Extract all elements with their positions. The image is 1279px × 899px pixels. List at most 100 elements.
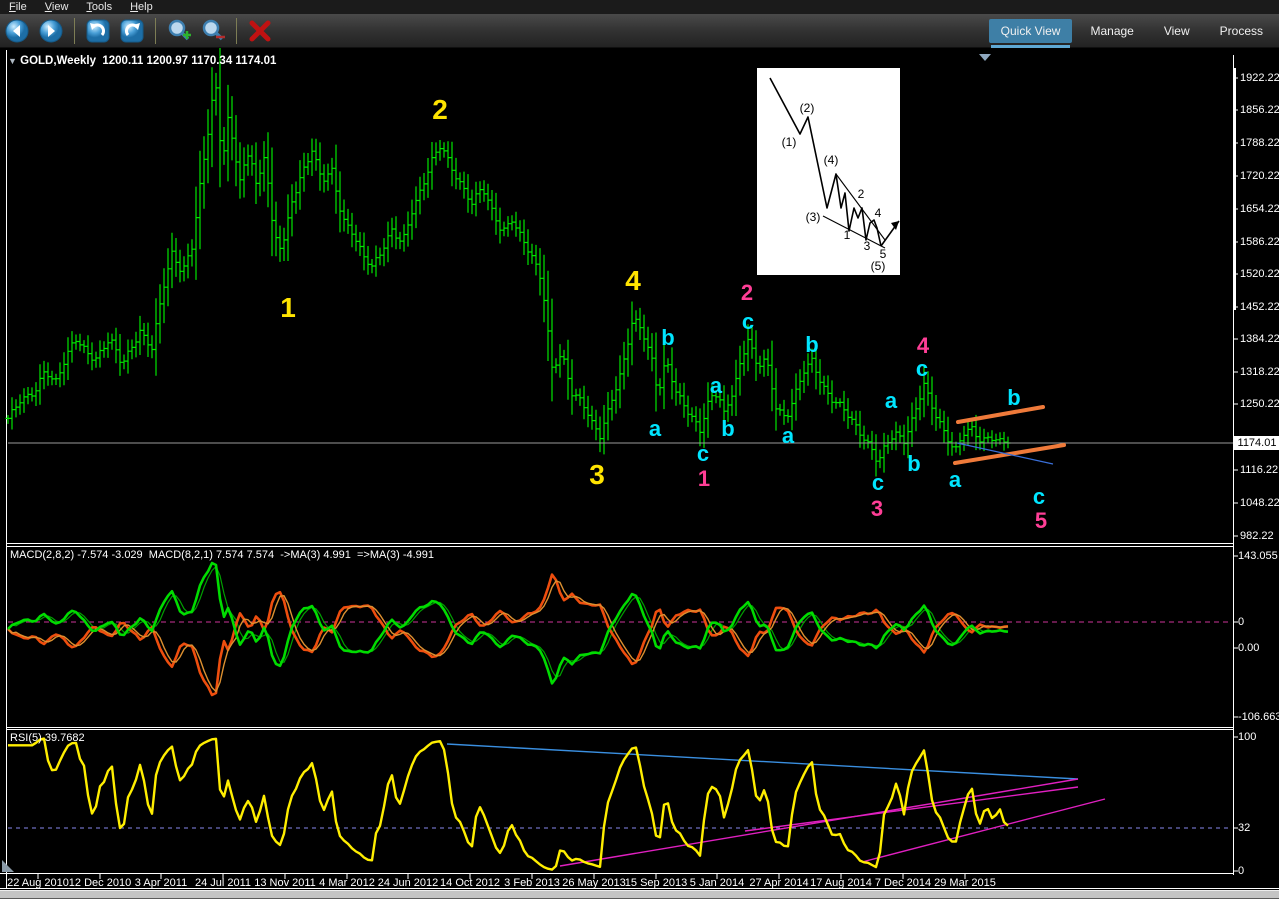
toolbar-separator xyxy=(155,17,156,44)
wave-label-1: 1 xyxy=(697,466,711,491)
close-button[interactable] xyxy=(246,17,274,45)
date-axis-label: 27 Apr 2014 xyxy=(749,877,809,889)
price-axis-label: 1318.22 xyxy=(1240,366,1279,378)
price-axis-label: 1788.22 xyxy=(1240,137,1279,149)
collapse-triangle-icon[interactable]: ▼ xyxy=(8,56,17,66)
elliott-wave-inset: (2)(1)(4)(3)21435(5) xyxy=(757,68,900,275)
close-icon xyxy=(249,20,271,41)
date-axis-label: 15 Sep 2013 xyxy=(624,877,688,889)
scroll-corner-triangle-icon[interactable] xyxy=(2,860,14,872)
date-axis-label: 4 Mar 2012 xyxy=(319,877,375,889)
ohlc-high: 1200.97 xyxy=(146,55,189,67)
date-axis-label: 3 Feb 2013 xyxy=(504,877,560,889)
macd-label: MACD(2,8,2) -7.574 -3.029 MACD(8,2,1) 7.… xyxy=(10,549,435,561)
menu-item-view[interactable]: View xyxy=(36,1,78,13)
price-axis-scrollbar-thumb[interactable] xyxy=(1233,68,1236,310)
wave-label-2: 2 xyxy=(432,94,448,125)
wave-label-a: a xyxy=(884,388,898,413)
redo-button[interactable] xyxy=(118,17,146,45)
wave-label-a: a xyxy=(648,416,662,441)
rsi-magenta-trendline[interactable] xyxy=(559,778,1079,867)
wave-label-b: b xyxy=(907,451,921,476)
ohlc-close: 1174.01 xyxy=(235,55,277,67)
rsi-axis-label: 100 xyxy=(1238,731,1257,743)
wave-label-b: b xyxy=(1007,385,1021,410)
price-axis-label: 1048.22 xyxy=(1240,497,1279,509)
nav-button-view[interactable]: View xyxy=(1152,19,1202,43)
wave-label-a: a xyxy=(781,423,795,448)
chart-symbol: GOLD,Weekly xyxy=(20,55,96,67)
macd-axis-label: 143.055 xyxy=(1238,550,1278,562)
forward-button[interactable] xyxy=(37,17,65,45)
back-button[interactable] xyxy=(3,17,31,45)
inset-wave-label: 2 xyxy=(858,187,865,201)
date-axis-label: 13 Nov 2011 xyxy=(254,877,316,889)
price-axis-label: 1720.22 xyxy=(1240,170,1279,182)
undo-icon xyxy=(86,19,110,42)
current-price-box: 1174.01 xyxy=(1234,436,1279,450)
rsi-line xyxy=(8,737,1009,871)
zoom-out-button[interactable] xyxy=(199,17,227,45)
date-axis-label: 22 Aug 2010 xyxy=(7,877,69,889)
date-axis-label: 3 Apr 2011 xyxy=(134,877,188,889)
price-axis-label: 1586.22 xyxy=(1240,236,1279,248)
rsi-blue-trendline[interactable] xyxy=(446,743,1079,780)
price-axis-label: 1520.22 xyxy=(1240,268,1279,280)
ohlc-open: 1200.11 xyxy=(102,55,144,67)
wave-label-2: 2 xyxy=(740,280,754,305)
wave-label-c: c xyxy=(1032,484,1046,509)
nav-button-manage[interactable]: Manage xyxy=(1078,19,1145,43)
wave-label-b: b xyxy=(805,332,819,357)
date-axis-label: 24 Jun 2012 xyxy=(377,877,439,889)
date-axis-label: 7 Dec 2014 xyxy=(874,877,932,889)
inset-wave-label: (5) xyxy=(871,259,886,273)
wave-label-4: 4 xyxy=(916,333,930,358)
scroll-down-triangle-icon[interactable] xyxy=(979,54,991,61)
date-axis-label: 5 Jan 2014 xyxy=(689,877,745,889)
price-axis-label: 1856.22 xyxy=(1240,104,1279,116)
toolbar: Quick View Manage View Process xyxy=(0,14,1279,48)
wave-label-3: 3 xyxy=(870,496,884,521)
toolbar-separator xyxy=(74,17,75,44)
status-bar xyxy=(0,890,1279,899)
macd-axis-label: 0.00 xyxy=(1238,642,1260,654)
zoom-in-button[interactable] xyxy=(165,17,193,45)
price-axis-label: 1654.22 xyxy=(1240,203,1279,215)
menu-item-tools[interactable]: Tools xyxy=(77,1,121,13)
inset-wave-label: 1 xyxy=(844,228,851,242)
price-axis-label: 1250.22 xyxy=(1240,398,1279,410)
rsi-label: RSI(5) 39.7682 xyxy=(10,732,85,744)
wave-label-b: b xyxy=(661,325,675,350)
menu-bar: File View Tools Help xyxy=(0,0,1279,14)
toolbar-separator xyxy=(236,17,237,44)
undo-button[interactable] xyxy=(84,17,112,45)
menu-item-help[interactable]: Help xyxy=(121,1,162,13)
wave-label-b: b xyxy=(721,416,735,441)
zoom-out-icon xyxy=(202,19,225,40)
wave-label-1: 1 xyxy=(280,292,296,323)
date-axis-label: 12 Dec 2010 xyxy=(68,877,132,889)
date-axis-label: 26 May 2013 xyxy=(562,877,626,889)
wave-label-a: a xyxy=(948,467,962,492)
nav-button-quick-view[interactable]: Quick View xyxy=(988,18,1073,48)
date-axis-label: 24 Jul 2011 xyxy=(194,877,252,889)
price-axis-label: 1384.22 xyxy=(1240,333,1279,345)
wave-label-5: 5 xyxy=(1034,508,1048,533)
ohlc-low: 1170.34 xyxy=(191,55,233,67)
wave-label-4: 4 xyxy=(625,265,641,296)
back-icon xyxy=(5,19,29,42)
price-axis-label: 1116.22 xyxy=(1240,464,1279,476)
macd-axis-label: -106.663 xyxy=(1238,711,1279,723)
wave-label-c: c xyxy=(871,470,885,495)
chart-canvas[interactable]: (2) (1) (4) (3) 2 1 4 3 5 (5) xyxy=(0,0,1279,897)
macd-orange-ma-line xyxy=(7,580,1009,693)
price-axis-label: 982.22 xyxy=(1240,530,1274,542)
forward-icon xyxy=(39,19,63,42)
orange-channel-trendline[interactable] xyxy=(956,405,1045,424)
nav-button-process[interactable]: Process xyxy=(1208,19,1275,43)
date-axis-label: 14 Oct 2012 xyxy=(440,877,500,889)
date-axis-label: 29 Mar 2015 xyxy=(934,877,996,889)
macd-axis-label: 0 xyxy=(1238,616,1245,628)
menu-item-file[interactable]: File xyxy=(0,1,36,13)
wave-label-c: c xyxy=(696,441,710,466)
